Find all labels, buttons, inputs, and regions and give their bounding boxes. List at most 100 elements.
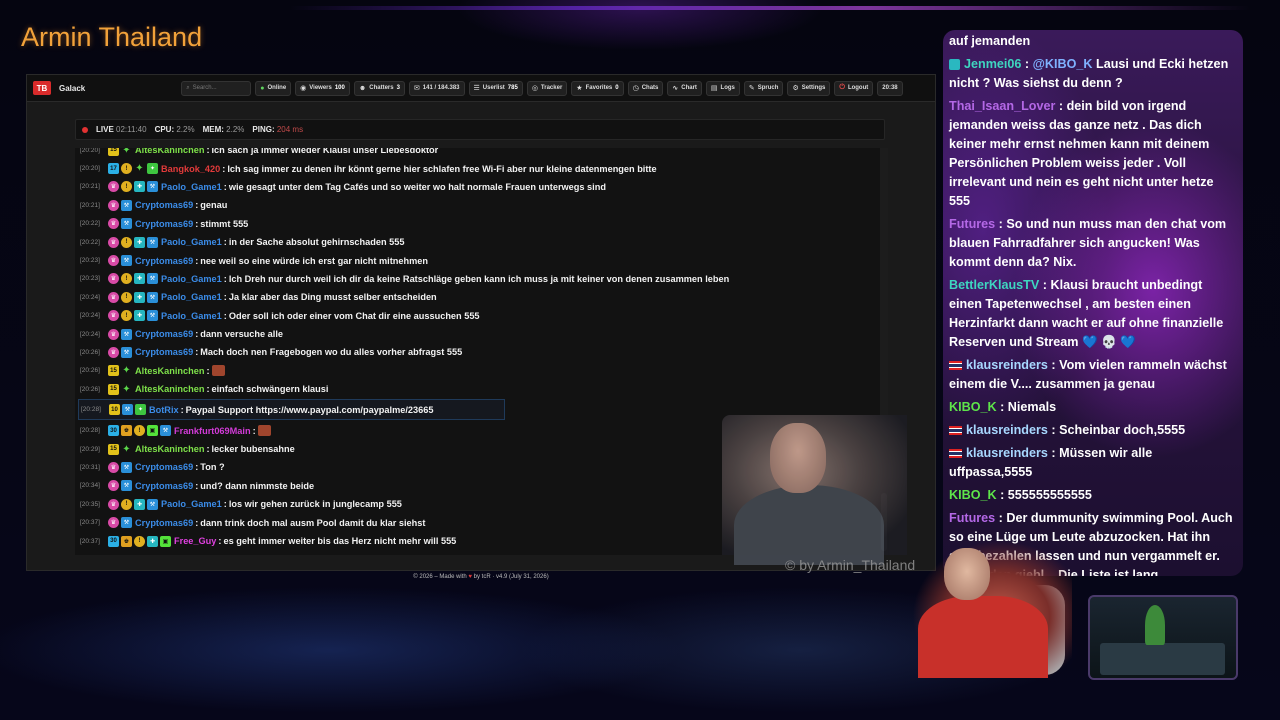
chat-message-text: Ja klar aber das Ding musst selber entsc…: [228, 292, 437, 303]
chat-username[interactable]: Cryptomas69: [135, 347, 193, 357]
chat-message-row[interactable]: [20:23] ♛! ✚ ⚒ Paolo_Game1: Ich Dreh nur durc…: [80, 270, 875, 288]
separator: :: [195, 462, 199, 473]
nav-label: Logs: [720, 85, 735, 91]
nav-spruch-button[interactable]: ✎ Spruch: [743, 80, 784, 96]
chat-message-row[interactable]: [20:24] ♛! ✚ ⚒ Paolo_Game1: Oder soll ich ode…: [80, 307, 875, 325]
nav-logout-button[interactable]: ⏻ Logout: [834, 80, 874, 96]
chat-username[interactable]: Cryptomas69: [135, 256, 193, 266]
mem-label: MEM:: [202, 125, 224, 134]
chat-message-row[interactable]: [20:21] ♛! ✚ ⚒ Paolo_Game1: wie gesagt unter …: [80, 178, 875, 196]
greenstar-badge-icon: ✦: [122, 443, 131, 455]
chat-message-text: dann versuche alle: [200, 329, 284, 340]
message-timestamp: [20:28]: [81, 406, 101, 414]
blue-badge-icon: ⚒: [121, 255, 132, 267]
chat-username[interactable]: Paolo_Game1: [161, 311, 222, 321]
nav-20-38-button[interactable]: 20:38: [877, 80, 903, 96]
chat-message-row[interactable]: [20:24] ♛! ✚ ⚒ Paolo_Game1: Ja klar aber das …: [80, 288, 875, 306]
overlay-message-text: Scheinbar doch,5555: [1059, 423, 1186, 437]
chat-message-row[interactable]: [20:22] ♛ ⚒ Cryptomas69: stimmt 555: [80, 215, 875, 233]
nav-online-button[interactable]: ● Online: [255, 80, 292, 96]
chat-username[interactable]: Cryptomas69: [135, 481, 193, 491]
chat-username[interactable]: Cryptomas69: [135, 219, 193, 229]
chat-username[interactable]: Paolo_Game1: [161, 237, 222, 247]
chat-username[interactable]: BotRix: [149, 405, 179, 415]
nav-label: Chats: [641, 85, 659, 91]
chat-message-row[interactable]: [20:23] ♛ ⚒ Cryptomas69: nee weil so eine wü…: [80, 251, 875, 269]
nav-label: Spruch: [757, 85, 779, 91]
separator: :: [1021, 57, 1033, 71]
chat-username[interactable]: Cryptomas69: [135, 518, 193, 528]
overlay-chat-message: KIBO_K : 555555555555: [949, 486, 1237, 505]
nav-label: 20:38: [882, 85, 898, 91]
num-badge-icon: 15: [108, 365, 119, 377]
chat-username[interactable]: Cryptomas69: [135, 200, 193, 210]
footer-pre: © 2026 – Made with: [413, 574, 467, 580]
nav-viewers-button[interactable]: ◉ Viewers 100: [295, 80, 350, 96]
chat-username[interactable]: Cryptomas69: [135, 329, 193, 339]
chat-username[interactable]: Paolo_Game1: [161, 182, 222, 192]
chat-message-row[interactable]: [20:20] 17! ✦ ✦ Bangkok_420: Ich sag immer zu…: [80, 159, 875, 177]
overlay-chat-message: auf jemanden: [949, 32, 1237, 51]
overlay-username: BettlerKlausTV: [949, 278, 1040, 292]
nav-141-184-383-button[interactable]: ✉ 141 / 184.383: [408, 80, 465, 96]
message-timestamp: [20:35]: [80, 500, 100, 508]
overlay-username: klausreinders: [966, 446, 1048, 460]
chat-message-text: einfach schwängern klausi: [211, 384, 329, 395]
chat-username[interactable]: Paolo_Game1: [161, 274, 222, 284]
num-badge-icon: 15: [108, 383, 119, 395]
separator: :: [1047, 358, 1060, 372]
separator: :: [252, 425, 256, 436]
chat-message-row[interactable]: [20:26] 15 ✦ AltesKaninchen: einfach schwäng…: [80, 380, 875, 398]
nav-logs-button[interactable]: ▤ Logs: [705, 80, 740, 96]
chat-username[interactable]: Bangkok_420: [161, 164, 220, 174]
nav-chart-button[interactable]: ∿ Chart: [667, 80, 702, 96]
nav-favorites-button[interactable]: ★ Favorites 0: [571, 80, 624, 96]
message-timestamp: [20:21]: [80, 183, 100, 191]
message-timestamp: [20:24]: [80, 293, 100, 301]
chat-message-row[interactable]: [20:20] 15 ✦ AltesKaninchen: Ich sach ja imm…: [80, 148, 875, 159]
app-logo[interactable]: TB: [33, 81, 51, 95]
chat-message-row[interactable]: [20:26] ♛ ⚒ Cryptomas69: Mach doch nen Frage…: [80, 343, 875, 361]
nav-label: Logout: [847, 85, 869, 91]
search-input[interactable]: ⌕ Search...: [181, 80, 252, 96]
chat-username[interactable]: AltesKaninchen: [135, 444, 204, 454]
chat-message-text: Mach doch nen Fragebogen wo du alles vor…: [200, 347, 463, 358]
blue-badge-icon: ⚒: [121, 199, 132, 211]
nav-chatters-button[interactable]: ☻ Chatters 3: [353, 80, 405, 96]
overlay-chat-message: Thai_Isaan_Lover : dein bild von irgend …: [949, 97, 1237, 211]
overlay-chat-message: Jenmei06 : @KIBO_K Lausi und Ecki hetzen…: [949, 55, 1237, 93]
app-name[interactable]: Galack: [59, 84, 85, 93]
nav-settings-button[interactable]: ⚙ Settings: [787, 80, 831, 96]
chat-message-text: Ich sach ja immer wieder Klausi unser Li…: [211, 148, 439, 156]
num-badge-icon: 10: [109, 404, 120, 416]
person-head: [944, 548, 990, 600]
ping-value: 204 ms: [276, 125, 304, 134]
chat-message-row[interactable]: [20:26] 15 ✦ AltesKaninchen:: [80, 362, 875, 380]
footer-post: by tcR · v4.9 (July 31, 2026): [473, 574, 549, 580]
chat-username[interactable]: AltesKaninchen: [135, 384, 204, 394]
chat-username[interactable]: Cryptomas69: [135, 462, 193, 472]
nav-label: Favorites: [585, 85, 613, 91]
chat-message-row[interactable]: [20:28] 10 ⚒ ✦ BotRix: Paypal Support https:/…: [78, 399, 505, 421]
chat-username[interactable]: AltesKaninchen: [135, 148, 204, 155]
chat-username[interactable]: AltesKaninchen: [135, 366, 204, 376]
chat-message-row[interactable]: [20:22] ♛! ✚ ⚒ Paolo_Game1: in der Sache abso…: [80, 233, 875, 251]
chat-username[interactable]: Paolo_Game1: [161, 499, 222, 509]
pink-badge-icon: ♛: [108, 517, 119, 529]
blue-badge-icon: ⚒: [147, 236, 158, 248]
separator: :: [995, 511, 1007, 525]
chat-message-row[interactable]: [20:21] ♛ ⚒ Cryptomas69: genau: [80, 196, 875, 214]
overlay-username: klausreinders: [966, 358, 1048, 372]
message-timestamp: [20:31]: [80, 463, 100, 471]
navbar: TB Galack ⌕ Search... ● Online ◉ Viewers 100…: [27, 75, 935, 102]
chat-username[interactable]: Frankfurt069Main: [174, 426, 251, 436]
blue-badge-icon: ⚒: [147, 181, 158, 193]
message-timestamp: [20:26]: [80, 385, 100, 393]
chat-username[interactable]: Free_Guy: [174, 536, 216, 546]
chat-message-row[interactable]: [20:24] ♛ ⚒ Cryptomas69: dann versuche alle: [80, 325, 875, 343]
nav-userlist-button[interactable]: ☰ Userlist 785: [468, 80, 523, 96]
overlay-chat-message: BettlerKlausTV : Klausi braucht unbeding…: [949, 276, 1237, 352]
chat-username[interactable]: Paolo_Game1: [161, 292, 222, 302]
nav-tracker-button[interactable]: ◎ Tracker: [526, 80, 568, 96]
nav-chats-button[interactable]: ◷ Chats: [627, 80, 664, 96]
